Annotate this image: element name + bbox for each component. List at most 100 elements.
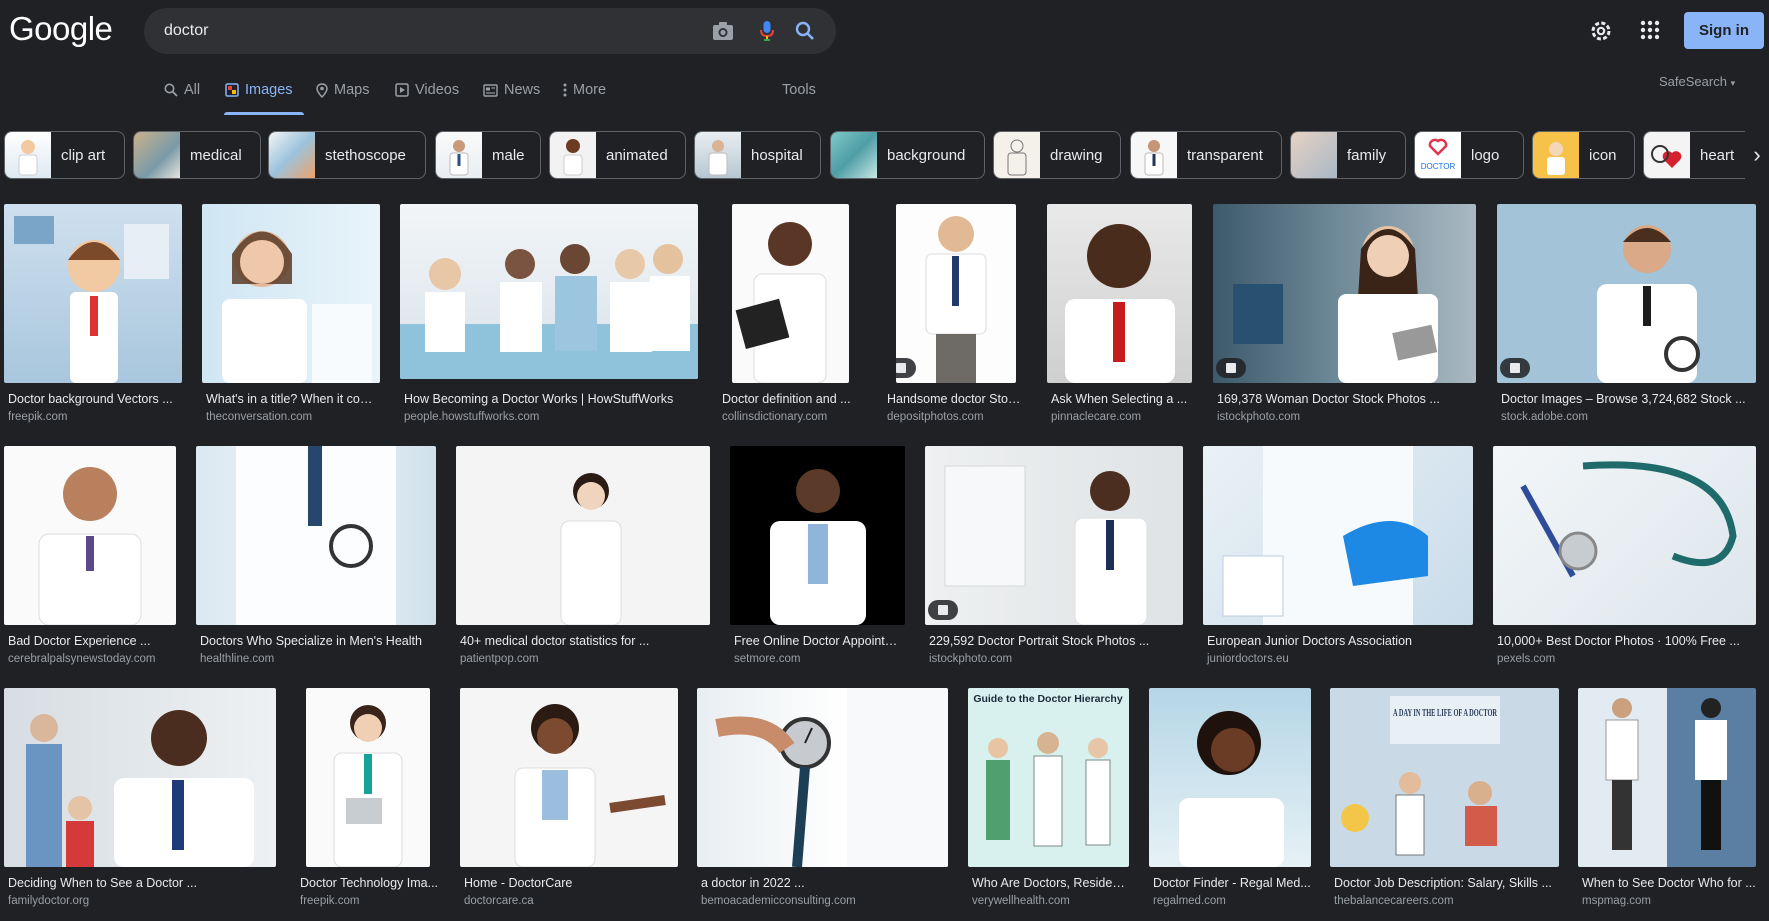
result-thumbnail[interactable] <box>730 446 905 625</box>
camera-icon[interactable] <box>710 18 736 44</box>
chip-animated[interactable]: animated <box>549 131 686 179</box>
result-title[interactable]: Home - DoctorCare <box>464 876 678 890</box>
chip-stethoscope[interactable]: stethoscope <box>268 131 426 179</box>
result-title[interactable]: Bad Doctor Experience ... <box>8 634 176 648</box>
chip-background[interactable]: background <box>830 131 985 179</box>
chip-drawing[interactable]: drawing <box>993 131 1121 179</box>
result-thumbnail[interactable]: Guide to the Doctor Hierarchy <box>968 688 1129 867</box>
result-source[interactable]: freepik.com <box>8 411 67 423</box>
chip-clip-art[interactable]: clip art <box>4 131 125 179</box>
chip-logo[interactable]: DOCTOR logo <box>1414 131 1524 179</box>
image-result[interactable]: Deciding When to See a Doctor ... family… <box>4 688 276 910</box>
microphone-icon[interactable] <box>754 18 780 44</box>
image-result[interactable]: Doctor background Vectors ... freepik.co… <box>4 204 182 426</box>
result-source[interactable]: depositphotos.com <box>887 411 984 423</box>
search-icon[interactable] <box>792 18 818 44</box>
result-title[interactable]: Doctor definition and ... <box>722 392 856 406</box>
image-result[interactable]: Doctor Images – Browse 3,724,682 Stock .… <box>1497 204 1756 426</box>
result-thumbnail[interactable] <box>1578 688 1756 867</box>
image-result[interactable]: Doctor Technology Ima... freepik.com <box>296 688 441 910</box>
result-source[interactable]: thebalancecareers.com <box>1334 895 1454 907</box>
image-result[interactable]: Bad Doctor Experience ... cerebralpalsyn… <box>4 446 176 668</box>
image-result[interactable]: How Becoming a Doctor Works | HowStuffWo… <box>400 204 698 426</box>
result-source[interactable]: bemoacademicconsulting.com <box>701 895 856 907</box>
image-result[interactable]: Handsome doctor Stoc... depositphotos.co… <box>883 204 1023 426</box>
result-thumbnail[interactable] <box>896 204 1016 383</box>
result-thumbnail[interactable] <box>202 204 380 383</box>
result-source[interactable]: freepik.com <box>300 895 359 907</box>
result-title[interactable]: 169,378 Woman Doctor Stock Photos ... <box>1217 392 1476 406</box>
chip-heart[interactable]: heart <box>1643 131 1753 179</box>
result-title[interactable]: 40+ medical doctor statistics for ... <box>460 634 710 648</box>
result-source[interactable]: regalmed.com <box>1153 895 1226 907</box>
apps-grid-icon[interactable] <box>1640 20 1660 40</box>
result-source[interactable]: familydoctor.org <box>8 895 89 907</box>
image-result[interactable]: When to See Doctor Who for ... mspmag.co… <box>1578 688 1756 910</box>
tab-tools[interactable]: Tools <box>782 82 816 98</box>
result-title[interactable]: Doctor Technology Ima... <box>300 876 441 890</box>
result-title[interactable]: Deciding When to See a Doctor ... <box>8 876 276 890</box>
result-source[interactable]: cerebralpalsynewstoday.com <box>8 653 155 665</box>
result-title[interactable]: Doctors Who Specialize in Men's Health <box>200 634 436 648</box>
image-result[interactable]: Doctors Who Specialize in Men's Health h… <box>196 446 436 668</box>
result-thumbnail[interactable] <box>460 688 678 867</box>
result-thumbnail[interactable] <box>1493 446 1756 625</box>
result-title[interactable]: European Junior Doctors Association <box>1207 634 1473 648</box>
result-title[interactable]: 229,592 Doctor Portrait Stock Photos ... <box>929 634 1183 648</box>
search-input[interactable]: doctor <box>164 22 208 40</box>
tab-images[interactable]: Images <box>225 82 293 98</box>
tab-videos[interactable]: Videos <box>395 82 459 98</box>
image-result[interactable]: 10,000+ Best Doctor Photos · 100% Free .… <box>1493 446 1756 668</box>
result-source[interactable]: collinsdictionary.com <box>722 411 827 423</box>
result-source[interactable]: patientpop.com <box>460 653 539 665</box>
result-title[interactable]: When to See Doctor Who for ... <box>1582 876 1756 890</box>
result-title[interactable]: Who Are Doctors, Residen... <box>972 876 1129 890</box>
settings-gear-icon[interactable] <box>1588 18 1614 44</box>
image-result[interactable]: a doctor in 2022 ... bemoacademicconsult… <box>697 688 948 910</box>
result-title[interactable]: Doctor Images – Browse 3,724,682 Stock .… <box>1501 392 1756 406</box>
image-result[interactable]: 169,378 Woman Doctor Stock Photos ... is… <box>1213 204 1476 426</box>
result-thumbnail[interactable] <box>1213 204 1476 383</box>
result-source[interactable]: juniordoctors.eu <box>1207 653 1289 665</box>
tab-maps[interactable]: Maps <box>316 82 369 98</box>
result-source[interactable]: healthline.com <box>200 653 274 665</box>
result-title[interactable]: Doctor background Vectors ... <box>8 392 182 406</box>
result-title[interactable]: Ask When Selecting a ... <box>1051 392 1192 406</box>
result-thumbnail[interactable] <box>697 688 948 867</box>
image-result[interactable]: What's in a title? When it com... thecon… <box>202 204 380 426</box>
image-result[interactable]: Home - DoctorCare doctorcare.ca <box>460 688 678 910</box>
result-thumbnail[interactable] <box>4 204 182 383</box>
result-source[interactable]: istockphoto.com <box>1217 411 1300 423</box>
result-title[interactable]: Doctor Finder - Regal Med... <box>1153 876 1311 890</box>
result-thumbnail[interactable] <box>1203 446 1473 625</box>
sign-in-button[interactable]: Sign in <box>1684 12 1764 49</box>
result-source[interactable]: theconversation.com <box>206 411 312 423</box>
result-thumbnail[interactable] <box>1149 688 1311 867</box>
result-source[interactable]: pinnaclecare.com <box>1051 411 1141 423</box>
result-title[interactable]: Doctor Job Description: Salary, Skills .… <box>1334 876 1559 890</box>
result-thumbnail[interactable] <box>4 446 176 625</box>
result-title[interactable]: Free Online Doctor Appointm... <box>734 634 905 648</box>
image-result[interactable]: Free Online Doctor Appointm... setmore.c… <box>730 446 905 668</box>
tab-more[interactable]: More <box>563 82 606 98</box>
image-result[interactable]: Ask When Selecting a ... pinnaclecare.co… <box>1047 204 1192 426</box>
result-source[interactable]: istockphoto.com <box>929 653 1012 665</box>
image-result[interactable]: Doctor Finder - Regal Med... regalmed.co… <box>1149 688 1311 910</box>
result-title[interactable]: What's in a title? When it com... <box>206 392 380 406</box>
search-box[interactable]: doctor <box>144 8 836 54</box>
result-title[interactable]: 10,000+ Best Doctor Photos · 100% Free .… <box>1497 634 1756 648</box>
result-title[interactable]: Handsome doctor Stoc... <box>887 392 1021 406</box>
result-thumbnail[interactable] <box>732 204 849 383</box>
result-source[interactable]: doctorcare.ca <box>464 895 534 907</box>
image-result[interactable]: A DAY IN THE LIFE OF A DOCTOR Doctor Job… <box>1330 688 1559 910</box>
chip-family[interactable]: family <box>1290 131 1406 179</box>
google-logo[interactable]: Google <box>9 10 113 48</box>
result-title[interactable]: a doctor in 2022 ... <box>701 876 948 890</box>
chip-medical[interactable]: medical <box>133 131 261 179</box>
result-source[interactable]: people.howstuffworks.com <box>404 411 539 423</box>
tab-all[interactable]: All <box>164 82 200 98</box>
result-thumbnail[interactable] <box>400 204 698 379</box>
result-title[interactable]: How Becoming a Doctor Works | HowStuffWo… <box>404 392 698 406</box>
image-result[interactable]: European Junior Doctors Association juni… <box>1203 446 1473 668</box>
result-source[interactable]: pexels.com <box>1497 653 1555 665</box>
